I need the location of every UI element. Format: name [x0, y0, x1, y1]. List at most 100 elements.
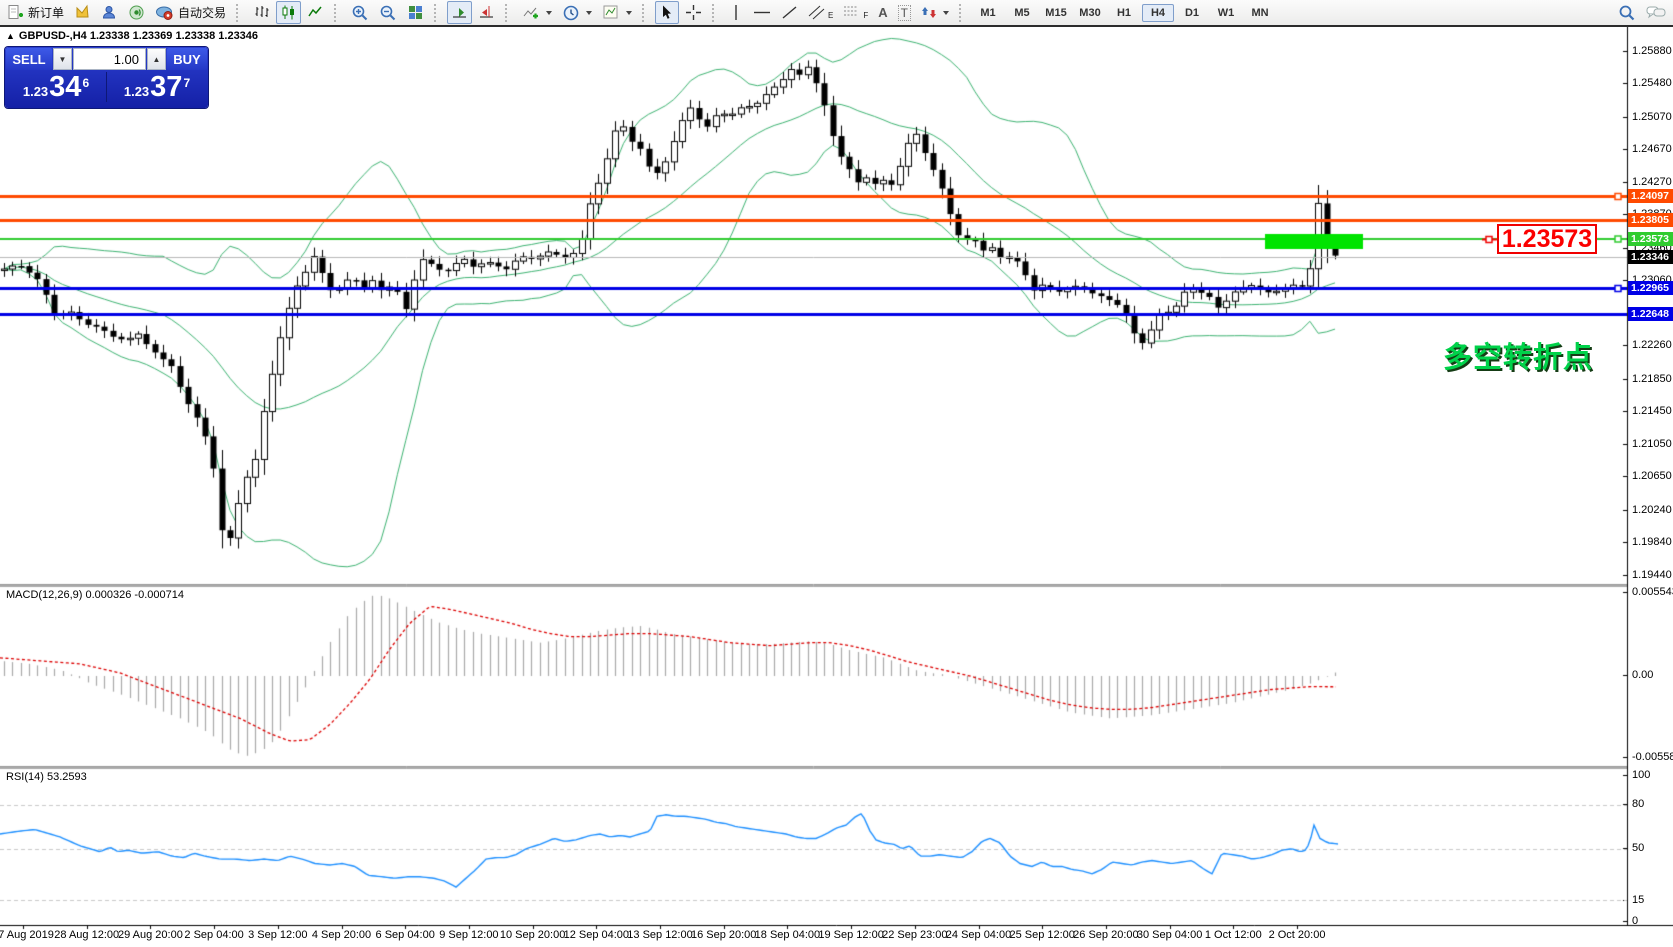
- chart-window-icon: [76, 4, 89, 18]
- autotrading-label: 自动交易: [178, 6, 227, 20]
- vertical-line-tool-button[interactable]: [725, 1, 747, 24]
- time-label: 22 Sep 23:00: [882, 929, 948, 941]
- trendline-tool-button[interactable]: [777, 1, 802, 24]
- time-label: 25 Sep 12:00: [1009, 929, 1075, 941]
- price-tick: 1.25480: [1632, 77, 1672, 90]
- search-button[interactable]: [1614, 1, 1640, 24]
- time-label: 27 Aug 2019: [0, 929, 54, 941]
- fibonacci-icon: [844, 6, 859, 16]
- indicators-dropdown-caret[interactable]: [546, 10, 553, 15]
- chart-shift-button[interactable]: [474, 1, 499, 24]
- timeframe-button-D1[interactable]: D1: [1176, 4, 1208, 22]
- crosshair-button[interactable]: [681, 1, 706, 24]
- periods-dropdown-caret[interactable]: [586, 10, 593, 15]
- timeframe-button-M15[interactable]: M15: [1040, 4, 1072, 22]
- line-chart-button[interactable]: [303, 1, 328, 24]
- indicator-axis-label: 100: [1632, 769, 1651, 781]
- toolbar-grip: [959, 3, 966, 22]
- price-tick: 1.20650: [1632, 470, 1672, 483]
- arrows-dropdown-caret[interactable]: [943, 10, 949, 15]
- fibonacci-tool-button[interactable]: F: [839, 1, 872, 24]
- time-label: 6 Sep 04:00: [375, 929, 435, 941]
- volume-input[interactable]: 1.00: [73, 48, 146, 70]
- chart-canvas[interactable]: [0, 0, 1673, 947]
- autotrading-button[interactable]: 自动交易: [151, 1, 230, 24]
- timeframe-button-MN[interactable]: MN: [1244, 4, 1276, 22]
- sell-price-small: 1.23: [22, 84, 49, 99]
- channel-tool-button[interactable]: E: [804, 1, 837, 24]
- zoom-in-button[interactable]: [347, 1, 373, 24]
- candlestick-chart-icon: [282, 5, 295, 20]
- toolbar: 新订单 自动交易 E F A T M1 M5 M15 M30 H1 H4 D1 …: [0, 0, 1673, 27]
- price-tick: 1.24670: [1632, 143, 1672, 156]
- text-tool-button[interactable]: A: [874, 1, 891, 24]
- arrows-tool-button[interactable]: [917, 1, 953, 24]
- zoom-out-button[interactable]: [375, 1, 401, 24]
- toolbar-grip: [642, 3, 649, 22]
- buy-button[interactable]: BUY: [167, 48, 207, 70]
- sell-button[interactable]: SELL: [6, 48, 52, 70]
- collapse-panel-icon[interactable]: ▲: [6, 31, 15, 41]
- sell-price[interactable]: 1.23 34 6: [6, 70, 106, 104]
- price-badge-1.22965: 1.22965: [1628, 281, 1673, 295]
- horizontal-line-tool-button[interactable]: [749, 1, 775, 24]
- text-label-tool-button[interactable]: T: [894, 1, 915, 24]
- sell-price-big: 34: [49, 71, 82, 103]
- volume-decrease-button[interactable]: ▼: [53, 48, 72, 70]
- bar-chart-button[interactable]: [249, 1, 274, 24]
- price-badge-1.23346: 1.23346: [1628, 249, 1673, 264]
- timeframe-button-H4[interactable]: H4: [1142, 3, 1174, 22]
- autotrading-icon: [156, 6, 173, 20]
- indicator-axis-label: 80: [1632, 798, 1645, 810]
- price-badge-1.22648: 1.22648: [1628, 306, 1673, 321]
- tile-windows-button[interactable]: [403, 1, 428, 24]
- line-chart-icon: [308, 6, 322, 17]
- toolbar-grip: [712, 3, 719, 22]
- price-tick: 1.22260: [1632, 339, 1672, 352]
- timeframe-button-M5[interactable]: M5: [1006, 4, 1038, 22]
- time-label: 30 Sep 04:00: [1136, 929, 1203, 941]
- price-tick: 1.19440: [1632, 568, 1672, 581]
- crosshair-icon: [686, 5, 702, 20]
- price-callout-box[interactable]: 1.23573: [1497, 224, 1597, 254]
- timeframe-button-M30[interactable]: M30: [1074, 4, 1106, 22]
- buy-price[interactable]: 1.23 37 7: [107, 70, 207, 104]
- clock-icon: [563, 5, 579, 20]
- buy-price-sup: 7: [183, 76, 191, 90]
- new-order-icon: [8, 5, 23, 19]
- cursor-button[interactable]: [655, 1, 680, 24]
- indicators-button[interactable]: [518, 1, 556, 24]
- market-watch-button[interactable]: [97, 1, 122, 24]
- templates-dropdown-caret[interactable]: [626, 10, 633, 15]
- toolbar-grip: [236, 3, 243, 22]
- volume-increase-button[interactable]: ▲: [147, 48, 166, 70]
- signals-button[interactable]: [124, 1, 149, 24]
- new-order-button[interactable]: 新订单: [3, 1, 68, 24]
- cn-note-text[interactable]: 多空转折点: [1443, 334, 1593, 376]
- buy-price-small: 1.23: [123, 84, 150, 99]
- time-label: 2 Sep 04:00: [184, 929, 244, 941]
- time-label: 28 Aug 12:00: [54, 929, 120, 941]
- toolbar-grip: [334, 3, 341, 22]
- periods-button[interactable]: [558, 1, 596, 24]
- time-label: 9 Sep 12:00: [439, 929, 499, 941]
- timeframe-button-W1[interactable]: W1: [1210, 4, 1242, 22]
- text-tool-glyph: A: [878, 5, 888, 20]
- templates-button[interactable]: [598, 1, 636, 24]
- auto-scroll-button[interactable]: [447, 1, 473, 24]
- time-label: 1 Oct 12:00: [1204, 929, 1262, 941]
- chat-button[interactable]: [1642, 1, 1670, 24]
- text-label-glyph: T: [897, 4, 911, 21]
- channel-glyph: E: [828, 11, 834, 20]
- chart-window-button[interactable]: [70, 1, 95, 24]
- arrows-icon: [922, 7, 936, 18]
- channel-icon: [808, 5, 825, 20]
- timeframe-button-H1[interactable]: H1: [1108, 4, 1140, 22]
- timeframe-button-M1[interactable]: M1: [972, 4, 1004, 22]
- candlestick-chart-button[interactable]: [276, 1, 302, 24]
- indicator-axis-label: -0.005583: [1632, 751, 1673, 763]
- profile-icon: [103, 6, 116, 19]
- time-label: 3 Sep 12:00: [248, 929, 308, 941]
- time-label: 19 Sep 12:00: [818, 929, 884, 941]
- price-tick: 1.20240: [1632, 503, 1672, 516]
